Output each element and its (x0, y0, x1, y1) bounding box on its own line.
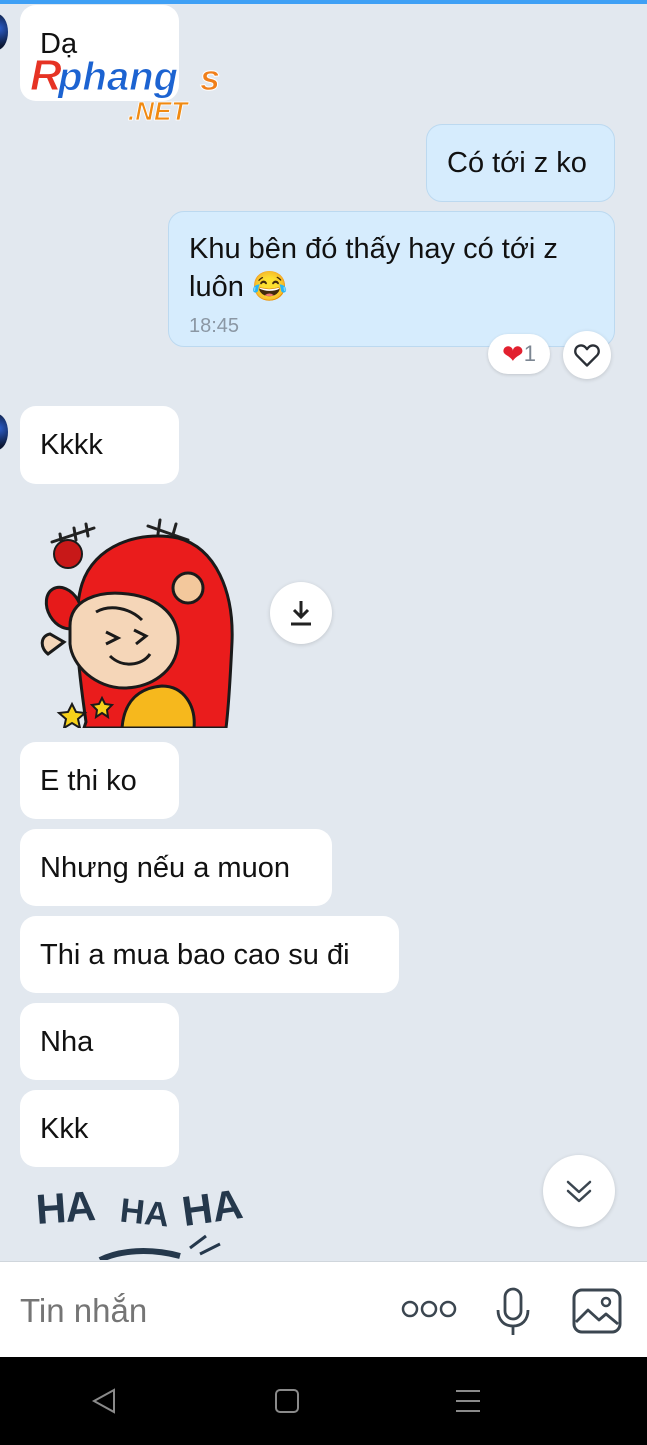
svg-text:.NET: .NET (128, 96, 189, 126)
message-text: Kkk (40, 1112, 89, 1145)
message-text: Có tới z ko (447, 147, 587, 179)
watermark-logo: R phang s .NET (30, 51, 221, 127)
download-icon (291, 601, 311, 626)
message-text: E thi ko (40, 764, 137, 797)
sticker-lines (98, 1234, 221, 1260)
image-icon[interactable] (572, 1288, 622, 1334)
heart-outline-icon (574, 344, 600, 367)
incoming-message[interactable]: Kkk (20, 1090, 179, 1167)
message-text: Kkkk (40, 429, 103, 461)
sticker-text: HA (34, 1182, 97, 1233)
react-button[interactable] (563, 331, 611, 379)
incoming-message[interactable]: Nhưng nếu a muon (20, 829, 332, 906)
message-text: Nha (40, 1025, 94, 1058)
download-button[interactable] (270, 582, 332, 644)
message-text: Nhưng nếu a muon (40, 851, 290, 884)
incoming-message[interactable]: Thi a mua bao cao su đi (20, 916, 399, 993)
monkey-sticker[interactable] (38, 516, 238, 728)
outgoing-message[interactable]: Khu bên đó thấy hay có tới z luôn 😂 18:4… (168, 211, 615, 347)
incoming-message[interactable]: E thi ko (20, 742, 179, 819)
home-square-icon[interactable] (274, 1388, 300, 1414)
svg-text:phang: phang (57, 55, 178, 99)
message-input[interactable] (18, 1286, 382, 1336)
incoming-message[interactable]: Kkkk (20, 406, 179, 484)
reaction-count: 1 (523, 341, 537, 366)
incoming-message[interactable]: Nha (20, 1003, 179, 1080)
message-text: Khu bên đó thấy hay có tới z luôn 😂 (189, 233, 558, 303)
reaction-badge[interactable]: ❤ 1 (488, 334, 550, 374)
outgoing-message[interactable]: Có tới z ko (426, 124, 615, 202)
system-nav-bar (0, 1357, 647, 1445)
svg-text:s: s (200, 57, 220, 98)
menu-lines-icon[interactable] (454, 1389, 482, 1413)
contact-avatar[interactable] (0, 14, 8, 50)
heart-filled-icon: ❤ (501, 339, 524, 369)
scroll-to-bottom-button[interactable] (543, 1155, 615, 1227)
contact-avatar[interactable] (0, 414, 8, 450)
top-accent-line (0, 0, 647, 4)
microphone-icon[interactable] (494, 1286, 532, 1338)
chevron-double-down-icon (566, 1180, 592, 1203)
more-dots-icon[interactable] (400, 1298, 458, 1320)
haha-sticker[interactable]: HA HA HA (30, 1176, 260, 1260)
message-composer (0, 1261, 647, 1358)
back-triangle-icon[interactable] (90, 1387, 118, 1415)
message-text: Thi a mua bao cao su đi (40, 938, 350, 971)
